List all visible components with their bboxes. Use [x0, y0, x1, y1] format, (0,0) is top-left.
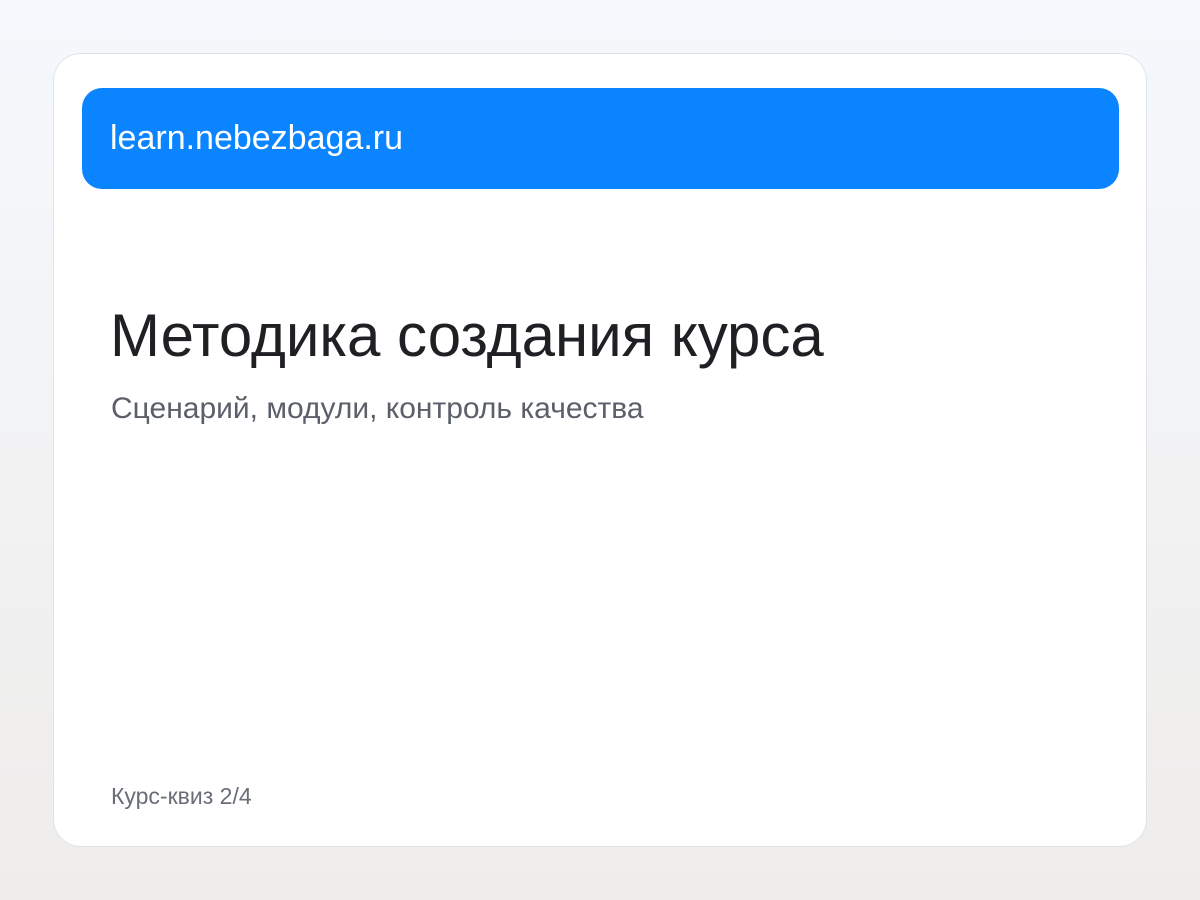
quiz-progress-label: Курс-квиз 2/4 [111, 783, 252, 809]
url-banner: learn.nebezbaga.ru [82, 88, 1119, 189]
content-card: learn.nebezbaga.ru Методика создания кур… [53, 53, 1147, 847]
page-title: Методика создания курса [110, 302, 824, 369]
page-subtitle: Сценарий, модули, контроль качества [111, 392, 644, 425]
site-url: learn.nebezbaga.ru [110, 119, 404, 157]
